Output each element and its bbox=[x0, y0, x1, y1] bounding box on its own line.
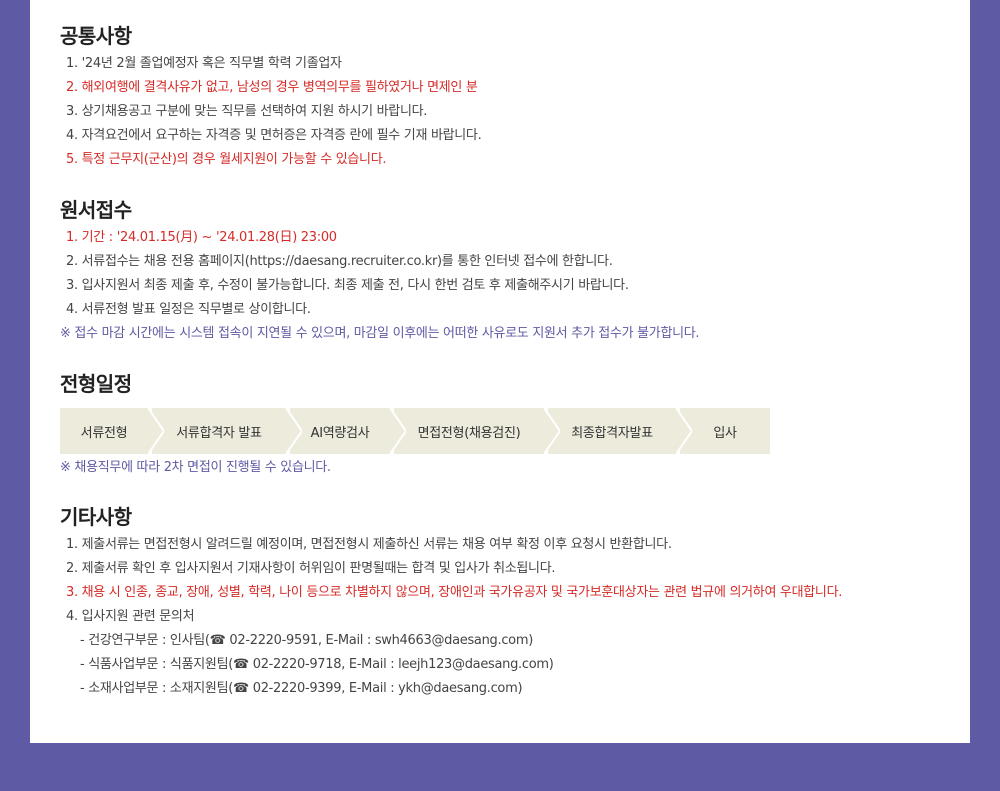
list-item: 4. 자격요건에서 요구하는 자격증 및 면허증은 자격증 란에 필수 기재 바… bbox=[66, 128, 482, 143]
schedule-step-label: 입사 bbox=[713, 425, 737, 441]
schedule-step: 최종합격자발표 bbox=[548, 408, 692, 454]
list-item: 1. 기간 : '24.01.15(月) ~ '24.01.28(日) 23:0… bbox=[66, 230, 337, 245]
list-item: 4. 서류전형 발표 일정은 직무별로 상이합니다. bbox=[66, 302, 311, 317]
schedule-step-label: 서류합격자 발표 bbox=[176, 425, 262, 441]
schedule-step-label: AI역량검사 bbox=[310, 425, 370, 441]
application-section: 원서접수 1. 기간 : '24.01.15(月) ~ '24.01.28(日)… bbox=[60, 196, 940, 346]
schedule-step-label: 서류전형 bbox=[80, 425, 128, 441]
application-note: ※ 접수 마감 시간에는 시스템 접속이 지연될 수 있으며, 마감일 이후에는… bbox=[60, 326, 700, 341]
list-item: 3. 입사지원서 최종 제출 후, 수정이 불가능합니다. 최종 제출 전, 다… bbox=[66, 278, 629, 293]
chevron-right-icon bbox=[676, 408, 692, 454]
chevron-right-icon bbox=[286, 408, 302, 454]
contact-line: - 소재사업부문 : 소재지원팀(☎ 02-2220-9399, E-Mail … bbox=[80, 681, 523, 696]
list-item: 1. 제출서류는 면접전형시 알려드릴 예정이며, 면접전형시 제출하신 서류는… bbox=[66, 537, 672, 552]
list-item: 3. 상기채용공고 구분에 맞는 직무를 선택하여 지원 하시기 바랍니다. bbox=[66, 104, 428, 119]
schedule-step: 서류전형 bbox=[60, 408, 164, 454]
list-item: 2. 해외여행에 결격사유가 없고, 남성의 경우 병역의무를 필하였거나 면제… bbox=[66, 80, 478, 95]
schedule-step: 입사 bbox=[680, 408, 770, 454]
content-card: 공통사항 1. '24년 2월 졸업예정자 혹은 직무별 학력 기졸업자 2. … bbox=[30, 0, 970, 743]
chevron-right-icon bbox=[544, 408, 560, 454]
list-item: 1. '24년 2월 졸업예정자 혹은 직무별 학력 기졸업자 bbox=[66, 56, 342, 71]
schedule-step: 서류합격자 발표 bbox=[152, 408, 302, 454]
common-title: 공통사항 bbox=[60, 24, 132, 48]
list-item: 3. 채용 시 인종, 종교, 장애, 성별, 학력, 나이 등으로 차별하지 … bbox=[66, 585, 843, 600]
chevron-right-icon bbox=[148, 408, 164, 454]
schedule-step-label: 최종합격자발표 bbox=[571, 425, 653, 441]
list-item: 4. 입사지원 관련 문의처 bbox=[66, 609, 195, 624]
list-item: 5. 특정 근무지(군산)의 경우 월세지원이 가능할 수 있습니다. bbox=[66, 152, 387, 167]
schedule-title: 전형일정 bbox=[60, 372, 132, 396]
schedule-steps: 서류전형 서류합격자 발표 AI역량검사 면접전형(채용검진) 최종합격자발표 … bbox=[60, 408, 940, 454]
contact-line: - 건강연구부문 : 인사팀(☎ 02-2220-9591, E-Mail : … bbox=[80, 633, 533, 648]
application-list: 1. 기간 : '24.01.15(月) ~ '24.01.28(日) 23:0… bbox=[60, 226, 940, 322]
schedule-step: 면접전형(채용검진) bbox=[394, 408, 560, 454]
other-title: 기타사항 bbox=[60, 505, 132, 529]
common-list: 1. '24년 2월 졸업예정자 혹은 직무별 학력 기졸업자 2. 해외여행에… bbox=[60, 52, 940, 172]
contact-line: - 식품사업부문 : 식품지원팀(☎ 02-2220-9718, E-Mail … bbox=[80, 657, 554, 672]
list-item: 2. 서류접수는 채용 전용 홈페이지(https://daesang.recr… bbox=[66, 254, 613, 269]
list-item: 2. 제출서류 확인 후 입사지원서 기재사항이 허위임이 판명될때는 합격 및… bbox=[66, 561, 556, 576]
other-section: 기타사항 1. 제출서류는 면접전형시 알려드릴 예정이며, 면접전형시 제출하… bbox=[60, 503, 940, 701]
application-title: 원서접수 bbox=[60, 198, 132, 222]
chevron-right-icon bbox=[390, 408, 406, 454]
other-list: 1. 제출서류는 면접전형시 알려드릴 예정이며, 면접전형시 제출하신 서류는… bbox=[60, 533, 940, 629]
schedule-section: 전형일정 서류전형 서류합격자 발표 AI역량검사 면접전형(채용검진) 최종합… bbox=[60, 370, 940, 480]
common-section: 공통사항 1. '24년 2월 졸업예정자 혹은 직무별 학력 기졸업자 2. … bbox=[60, 22, 940, 172]
schedule-note: ※ 채용직무에 따라 2차 면접이 진행될 수 있습니다. bbox=[60, 460, 331, 475]
schedule-step: AI역량검사 bbox=[290, 408, 406, 454]
schedule-step-label: 면접전형(채용검진) bbox=[417, 425, 521, 441]
